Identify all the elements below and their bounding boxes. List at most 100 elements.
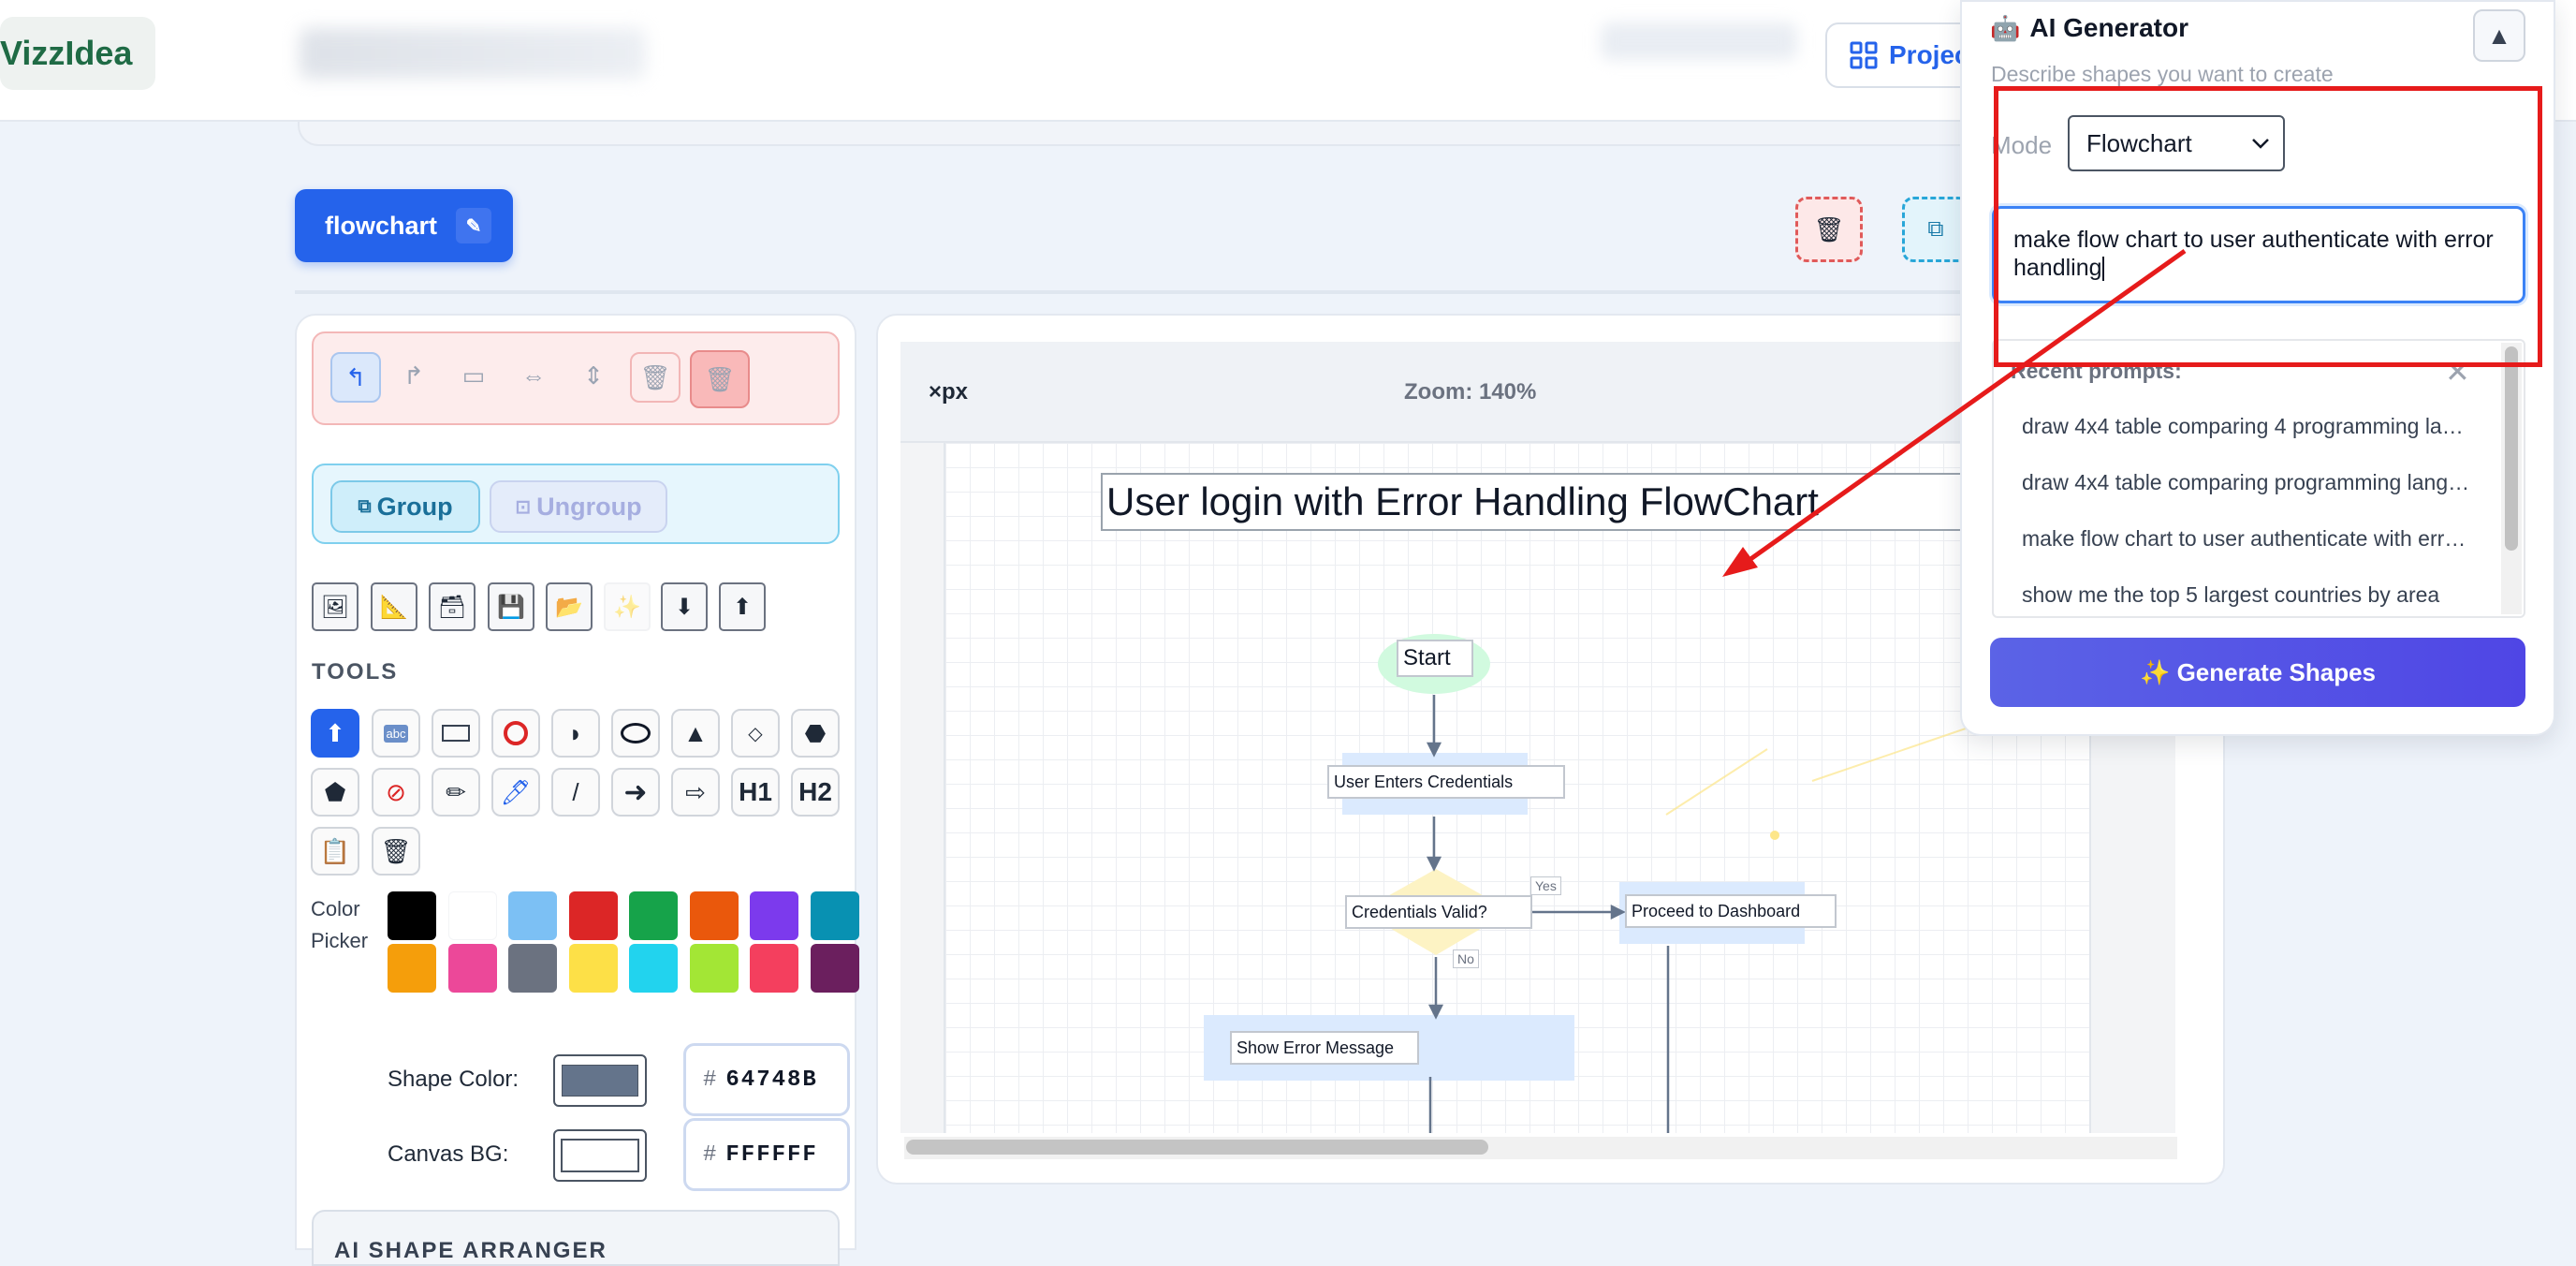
color-swatch[interactable] — [689, 891, 739, 940]
canvas-bg-preview[interactable] — [553, 1129, 647, 1182]
magic-button[interactable]: ✨ — [604, 582, 651, 631]
ellipse-icon — [621, 723, 651, 743]
undo-button[interactable]: ↰ — [330, 352, 381, 403]
insert-image-button[interactable]: 🖼 — [312, 582, 359, 631]
color-swatch[interactable] — [629, 891, 678, 940]
color-swatch[interactable] — [568, 944, 618, 993]
scroll-thumb[interactable] — [906, 1140, 1488, 1155]
shape-color-preview[interactable] — [553, 1054, 647, 1107]
ungroup-button[interactable]: ⊡ Ungroup — [490, 480, 667, 533]
circle-tool[interactable] — [491, 709, 540, 758]
color-swatch[interactable] — [629, 944, 678, 993]
canvas-bg-label: Canvas BG: — [388, 1141, 509, 1167]
node-credentials-valid[interactable]: Credentials Valid? — [1345, 895, 1532, 929]
color-swatch[interactable] — [568, 891, 618, 940]
paste-tool[interactable]: 📋 — [311, 827, 359, 876]
select-tool[interactable]: ⬆ — [311, 709, 359, 758]
node-show-error-message[interactable]: Show Error Message — [1230, 1031, 1419, 1065]
hexagon-tool[interactable]: ⬣ — [791, 709, 840, 758]
color-swatch[interactable] — [447, 891, 497, 940]
shape-color-swatch — [562, 1065, 638, 1097]
ellipse-tool[interactable] — [611, 709, 660, 758]
color-swatch[interactable] — [508, 891, 557, 940]
pencil-icon[interactable]: ✎ — [456, 208, 492, 243]
folder-open-icon: 📂 — [555, 594, 583, 620]
project-tab-flowchart[interactable]: flowchart ✎ — [295, 189, 513, 262]
pen-tool[interactable]: 🖊 — [491, 768, 540, 817]
collapse-panel-button[interactable]: ▲ — [2473, 9, 2525, 62]
delete-project-button[interactable]: 🗑 — [1795, 197, 1863, 262]
shape-color-hex-input[interactable]: #64748B — [683, 1043, 850, 1116]
circle-icon — [504, 721, 528, 745]
grouping-actions: ⧉ Group ⊡ Ungroup — [312, 464, 840, 544]
eraser-tool[interactable]: ⊘ — [372, 768, 420, 817]
color-swatch[interactable] — [689, 944, 739, 993]
save-button[interactable]: 💾 — [488, 582, 534, 631]
canvas-bg-hex-input[interactable]: # FFFFFF — [683, 1118, 850, 1191]
diamond-tool[interactable]: ◇ — [731, 709, 780, 758]
color-swatch[interactable] — [750, 944, 798, 993]
color-swatch[interactable] — [388, 891, 436, 940]
node-proceed-to-dashboard[interactable]: Proceed to Dashboard — [1625, 894, 1837, 928]
trash-icon: 🗑 — [704, 364, 736, 393]
triangle-tool[interactable]: ▲ — [671, 709, 720, 758]
projects-button[interactable]: Projec — [1825, 22, 1975, 88]
pencil-tool[interactable]: ✏ — [432, 768, 480, 817]
open-file-button[interactable]: 📂 — [546, 582, 593, 631]
arrow-outline-tool[interactable]: ⇨ — [671, 768, 720, 817]
download-button[interactable]: ⬇ — [661, 582, 708, 631]
delete-tool[interactable]: 🗑 — [372, 827, 420, 876]
half-circle-icon: ◗ — [568, 718, 583, 747]
hash-label: # — [703, 1141, 719, 1168]
eraser-icon: ⊘ — [386, 777, 406, 806]
arrow-tool[interactable]: ➜ — [611, 768, 660, 817]
chevron-up-icon: ▲ — [2487, 21, 2511, 50]
select-box-button[interactable]: ▭ — [450, 352, 497, 399]
edge-label-yes[interactable]: Yes — [1530, 876, 1561, 895]
pentagon-icon: ⬟ — [324, 777, 346, 806]
color-swatch[interactable] — [810, 891, 859, 940]
group-label: Group — [376, 492, 453, 521]
ai-shape-arranger-section[interactable]: AI SHAPE ARRANGER — [312, 1210, 840, 1266]
save-template-button[interactable]: 🗃 — [429, 582, 476, 631]
color-swatch[interactable] — [810, 944, 859, 993]
recent-prompt-item[interactable]: show me the top 5 largest countries by a… — [2022, 582, 2471, 608]
line-tool[interactable]: / — [551, 768, 600, 817]
download-icon: ⬇ — [674, 594, 695, 620]
color-swatch[interactable] — [508, 944, 557, 993]
heading-1-tool[interactable]: H1 — [731, 768, 780, 817]
grid-icon — [1850, 41, 1878, 69]
projects-label: Projec — [1889, 40, 1969, 69]
half-circle-tool[interactable]: ◗ — [551, 709, 600, 758]
recent-prompt-item[interactable]: draw 4x4 table comparing 4 programming l… — [2022, 414, 2471, 439]
color-swatch[interactable] — [447, 944, 497, 993]
color-swatch[interactable] — [388, 944, 436, 993]
edit-actions-group: ↰ ↱ ▭ ⇔ ⇕ 🗑 🗑 — [312, 331, 840, 425]
group-button[interactable]: ⧉ Group — [330, 480, 480, 533]
recent-prompt-item[interactable]: make flow chart to user authenticate wit… — [2022, 526, 2471, 552]
clear-all-button[interactable]: 🗑 — [690, 350, 750, 408]
pen-icon: 🖊 — [500, 777, 532, 806]
ruler-button[interactable]: 📐 — [371, 582, 417, 631]
edge-label-no[interactable]: No — [1453, 950, 1479, 968]
text-tool[interactable]: abc — [372, 709, 420, 758]
box-icon: ▭ — [461, 361, 486, 390]
heading-2-tool[interactable]: H2 — [791, 768, 840, 817]
recent-prompts-scroll-thumb[interactable] — [2505, 346, 2518, 551]
generate-shapes-button[interactable]: ✨ Generate Shapes — [1990, 638, 2525, 707]
upload-button[interactable]: ⬆ — [719, 582, 766, 631]
redo-button[interactable]: ↱ — [390, 352, 437, 399]
ungroup-icon: ⊡ — [515, 496, 532, 518]
app-logo[interactable]: VizzIdea — [0, 17, 155, 90]
node-user-enters-credentials[interactable]: User Enters Credentials — [1327, 765, 1565, 799]
flowchart-title-text[interactable]: User login with Error Handling FlowChart — [1101, 473, 1962, 531]
recent-prompt-item[interactable]: draw 4x4 table comparing programming lan… — [2022, 470, 2471, 495]
pencil-icon: ✏ — [446, 777, 466, 806]
delete-selected-button[interactable]: 🗑 — [630, 352, 681, 403]
pentagon-tool[interactable]: ⬟ — [311, 768, 359, 817]
flip-vertical-button[interactable]: ⇕ — [570, 352, 617, 399]
rectangle-tool[interactable] — [432, 709, 480, 758]
color-swatch[interactable] — [750, 891, 798, 940]
node-start[interactable]: Start — [1397, 640, 1473, 677]
flip-horizontal-button[interactable]: ⇔ — [510, 352, 557, 399]
